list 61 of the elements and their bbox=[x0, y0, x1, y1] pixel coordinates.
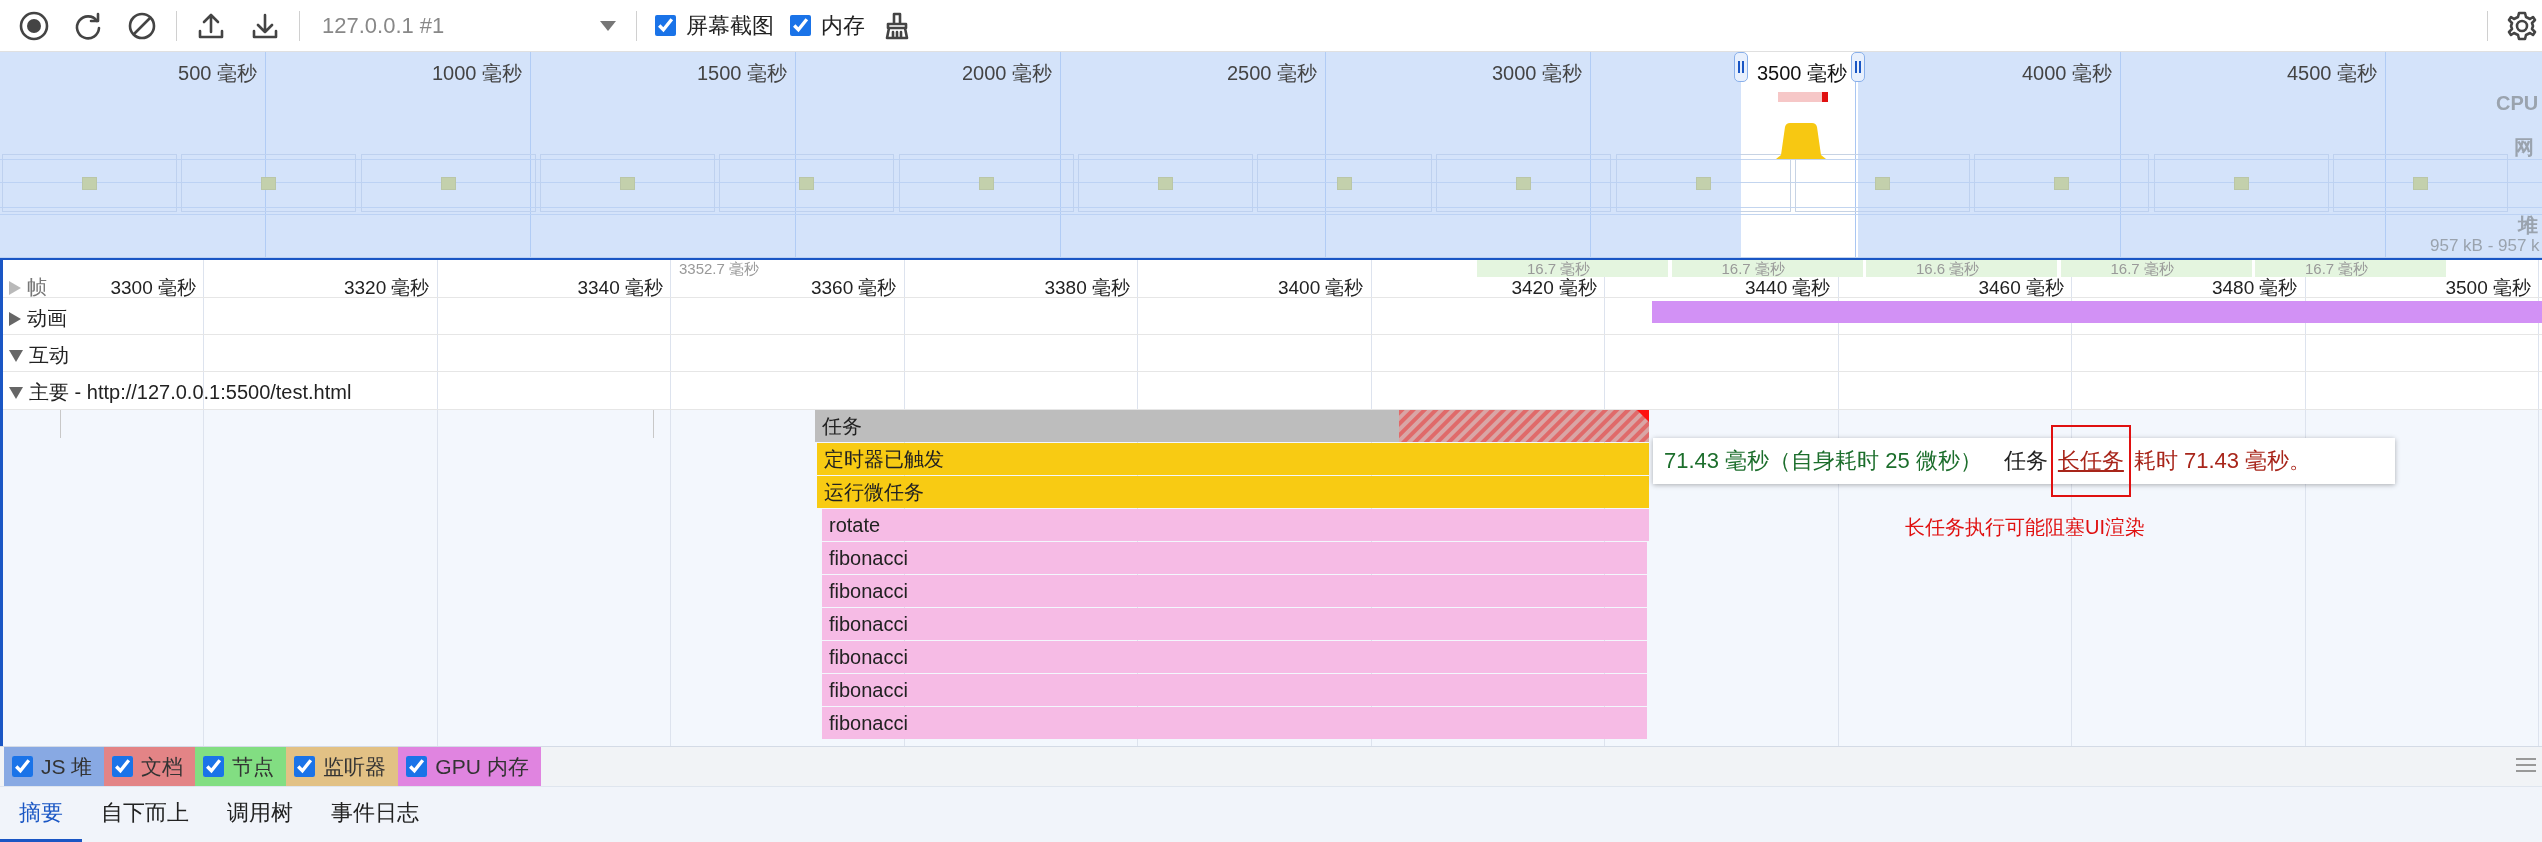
time-tick-label: 3360 毫秒 bbox=[810, 277, 897, 298]
time-tick-label: 3480 毫秒 bbox=[2211, 277, 2298, 298]
frame-duration: 16.7 毫秒 bbox=[2305, 260, 2369, 277]
time-tick-label: 4000 毫秒 bbox=[2021, 61, 2112, 86]
track-label: 互动 bbox=[29, 343, 69, 368]
duration-text: 71.43 毫秒（自身耗时 25 微秒） bbox=[1664, 447, 1982, 475]
time-tick-label: 3000 毫秒 bbox=[1491, 61, 1582, 86]
track-label: 帧 bbox=[27, 275, 47, 300]
time-tick-label: 3440 毫秒 bbox=[1744, 277, 1831, 298]
flame-chart-bar[interactable]: fibonacci bbox=[822, 707, 1647, 739]
flame-chart-bar[interactable]: fibonacci bbox=[822, 608, 1647, 640]
flame-chart-bar[interactable]: fibonacci bbox=[822, 674, 1647, 706]
track-label: CPU bbox=[2496, 92, 2539, 115]
time-tick-label: 3320 毫秒 bbox=[343, 277, 430, 298]
flame-chart-bar[interactable]: fibonacci bbox=[822, 641, 1647, 673]
counter-label: JS 堆 bbox=[41, 753, 93, 780]
warning-text: 耗时 71.43 毫秒。 bbox=[2133, 447, 2312, 475]
time-tick-label: 3300 毫秒 bbox=[110, 277, 196, 298]
target-dropdown[interactable]: 127.0.0.1 #1 bbox=[322, 12, 598, 39]
annotation-text: 长任务执行可能阻塞UI渲染 bbox=[1905, 515, 2145, 540]
counter-label: GPU 内存 bbox=[435, 753, 529, 780]
time-tick-label: 500 毫秒 bbox=[178, 61, 257, 86]
frame-duration: 16.7 毫秒 bbox=[2110, 260, 2174, 277]
time-tick-label: 1000 毫秒 bbox=[431, 61, 522, 86]
time-tick-label: 3400 毫秒 bbox=[1277, 277, 1364, 298]
flame-chart-bar[interactable]: 定时器已触发 bbox=[817, 443, 1649, 475]
time-tick-label: 1500 毫秒 bbox=[696, 61, 787, 86]
flame-chart-bar[interactable]: rotate bbox=[822, 509, 1649, 541]
frame-duration: 16.6 毫秒 bbox=[1916, 260, 1980, 277]
time-tick-label: 3460 毫秒 bbox=[1978, 277, 2064, 298]
checkbox-label: 内存 bbox=[821, 11, 865, 40]
time-tick-label: 3500 毫秒 bbox=[1756, 61, 1847, 86]
time-tick-label: 2500 毫秒 bbox=[1226, 61, 1317, 86]
heap-range: 957 kB - 957 k bbox=[2430, 236, 2540, 256]
panel-tab[interactable]: 事件日志 bbox=[312, 787, 438, 842]
time-tick-label: 3380 毫秒 bbox=[1044, 277, 1130, 298]
panel-tab[interactable]: 调用树 bbox=[208, 787, 312, 842]
long-task-link[interactable]: 长任务 bbox=[2057, 448, 2124, 473]
track-label: 网 bbox=[2514, 135, 2534, 160]
flame-chart-bar[interactable]: fibonacci bbox=[822, 575, 1647, 607]
frame-duration: 16.7 毫秒 bbox=[1721, 260, 1785, 277]
track-label: 堆 bbox=[2518, 213, 2538, 238]
counter-label: 文档 bbox=[141, 753, 184, 780]
time-tick-label: 3340 毫秒 bbox=[577, 277, 663, 298]
flame-chart-bar[interactable]: 运行微任务 bbox=[817, 476, 1649, 508]
flame-chart-bar[interactable]: 任务 bbox=[815, 410, 1649, 442]
event-category: 任务 bbox=[2003, 447, 2048, 475]
flame-chart-bar[interactable]: fibonacci bbox=[822, 542, 1647, 574]
time-tick-label: 3420 毫秒 bbox=[1511, 277, 1597, 298]
frame-duration: 3352.7 毫秒 bbox=[679, 260, 760, 277]
panel-tab[interactable]: 摘要 bbox=[0, 787, 82, 842]
track-label: 主要 - http://127.0.0.1:5500/test.html bbox=[29, 380, 352, 405]
checkbox-label: 屏幕截图 bbox=[686, 11, 774, 40]
counter-label: 节点 bbox=[232, 753, 275, 780]
frame-duration: 16.7 毫秒 bbox=[1527, 260, 1591, 277]
time-tick-label: 3500 毫秒 bbox=[2445, 277, 2531, 298]
time-tick-label: 2000 毫秒 bbox=[961, 61, 1052, 86]
track-label: 动画 bbox=[27, 306, 67, 331]
panel-tab[interactable]: 自下而上 bbox=[82, 787, 208, 842]
counter-label: 监听器 bbox=[323, 753, 387, 780]
time-tick-label: 4500 毫秒 bbox=[2286, 61, 2377, 86]
